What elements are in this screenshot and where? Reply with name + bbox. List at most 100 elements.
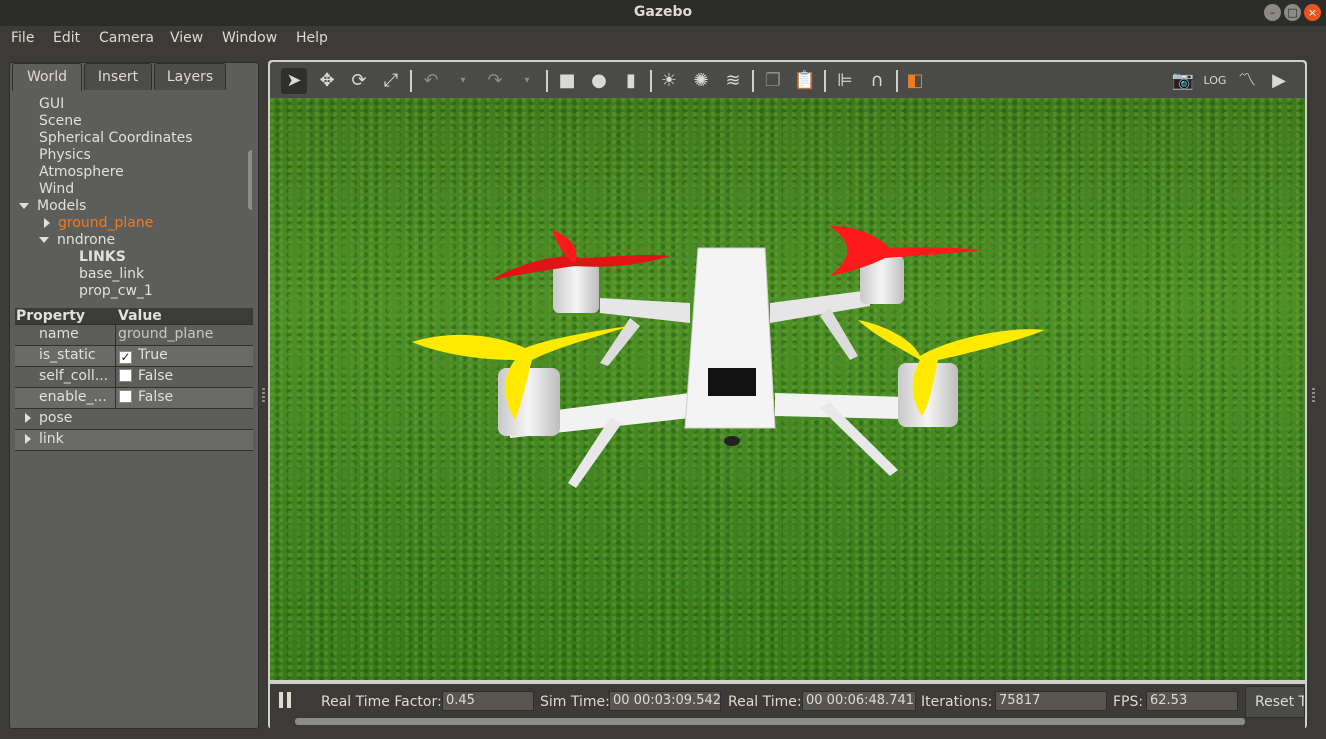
tree-item-scene[interactable]: Scene xyxy=(39,113,82,130)
link-label: link xyxy=(39,431,64,447)
menu-edit[interactable]: Edit xyxy=(53,30,80,46)
collapse-arrow-icon[interactable] xyxy=(25,413,31,423)
undo-icon[interactable]: ↶ xyxy=(418,68,444,94)
checkbox-unchecked[interactable] xyxy=(119,390,132,403)
drone-render xyxy=(412,226,1045,488)
video-record-icon[interactable]: ▶ xyxy=(1266,68,1292,94)
checkbox-unchecked[interactable] xyxy=(119,369,132,382)
tab-insert[interactable]: Insert xyxy=(84,63,152,90)
translate-mode-icon[interactable]: ✥ xyxy=(314,68,340,94)
snap-icon[interactable]: ∩ xyxy=(864,68,890,94)
undo-dropdown-icon[interactable]: ▾ xyxy=(450,68,476,94)
rear-left-arm xyxy=(600,298,690,323)
rear-right-propeller xyxy=(830,226,982,276)
pause-icon[interactable] xyxy=(278,692,294,710)
collapse-arrow-icon[interactable] xyxy=(44,218,50,228)
3d-scene-viewport[interactable] xyxy=(270,98,1305,680)
copy-icon[interactable]: ❐ xyxy=(760,68,786,94)
collapse-arrow-icon[interactable] xyxy=(25,434,31,444)
spot-light-icon[interactable]: ✺ xyxy=(688,68,714,94)
real-time-label: Real Time: xyxy=(728,694,802,710)
tree-item-ground-plane[interactable]: ground_plane xyxy=(44,215,153,232)
sim-time-value: 00 00:03:09.542 xyxy=(609,691,721,711)
rotate-mode-icon[interactable]: ⟳ xyxy=(346,68,372,94)
property-name: name xyxy=(39,326,79,342)
menu-window[interactable]: Window xyxy=(222,30,277,46)
property-row-link[interactable]: link xyxy=(15,430,253,451)
cylinder-shape-icon[interactable]: ▮ xyxy=(618,68,644,94)
point-light-icon[interactable]: ☀ xyxy=(656,68,682,94)
rear-left-leg xyxy=(600,318,640,366)
tree-item-models-label: Models xyxy=(37,198,87,214)
plot-icon[interactable]: 〽 xyxy=(1234,68,1260,94)
drone-frame xyxy=(684,247,776,429)
camera-lens xyxy=(724,436,740,446)
rear-left-motor xyxy=(553,263,599,313)
tree-item-base-link[interactable]: base_link xyxy=(79,266,144,283)
tree-item-wind[interactable]: Wind xyxy=(39,181,74,198)
close-icon[interactable]: × xyxy=(1304,4,1321,21)
splitter-handle-right[interactable] xyxy=(1312,388,1315,402)
menu-bar: File Edit Camera View Window Help xyxy=(0,26,1326,52)
fps-value: 62.53 xyxy=(1146,691,1238,711)
tree-item-gui[interactable]: GUI xyxy=(39,96,64,113)
rear-right-leg xyxy=(820,308,858,360)
tree-item-physics[interactable]: Physics xyxy=(39,147,91,164)
world-tree: GUI Scene Spherical Coordinates Physics … xyxy=(14,93,252,303)
directional-light-icon[interactable]: ≋ xyxy=(720,68,746,94)
checkbox-label: False xyxy=(138,368,174,384)
expand-arrow-icon[interactable] xyxy=(39,237,49,243)
tree-item-nndrone-label: nndrone xyxy=(57,232,116,248)
maximize-icon[interactable]: □ xyxy=(1284,4,1301,21)
property-header-label: Property xyxy=(16,308,86,324)
window-title: Gazebo xyxy=(633,4,693,20)
align-icon[interactable]: ⊫ xyxy=(832,68,858,94)
menu-help[interactable]: Help xyxy=(296,30,328,46)
checkbox-label: False xyxy=(138,389,174,405)
scale-mode-icon[interactable]: ⤢ xyxy=(378,68,404,94)
tree-item-links[interactable]: LINKS xyxy=(79,249,126,266)
minimize-icon[interactable]: – xyxy=(1264,4,1281,21)
tree-item-atmosphere[interactable]: Atmosphere xyxy=(39,164,124,181)
splitter-handle[interactable] xyxy=(262,388,265,402)
property-row-pose[interactable]: pose xyxy=(15,409,253,430)
property-value: False xyxy=(119,389,173,405)
paste-icon[interactable]: 📋 xyxy=(792,68,818,94)
change-view-icon[interactable]: ◧ xyxy=(902,68,928,94)
checkbox-checked[interactable]: ✓ xyxy=(119,351,132,364)
screenshot-icon[interactable]: 📷 xyxy=(1170,68,1196,94)
redo-icon[interactable]: ↷ xyxy=(482,68,508,94)
toolbar: ➤ ✥ ⟳ ⤢ ↶ ▾ ↷ ▾ ■ ● ▮ ☀ ✺ ≋ ❐ 📋 ⊫ ∩ ◧ 📷 … xyxy=(270,62,1305,98)
menu-view[interactable]: View xyxy=(170,30,203,46)
sim-time-label: Sim Time: xyxy=(540,694,610,710)
menu-file[interactable]: File xyxy=(11,30,34,46)
sphere-shape-icon[interactable]: ● xyxy=(586,68,612,94)
tab-world[interactable]: World xyxy=(12,63,82,91)
select-mode-icon[interactable]: ➤ xyxy=(281,68,307,94)
menu-camera[interactable]: Camera xyxy=(99,30,154,46)
reset-time-button[interactable]: Reset T xyxy=(1245,686,1305,718)
tree-item-nndrone[interactable]: nndrone xyxy=(39,232,115,249)
status-scrollbar-thumb[interactable] xyxy=(295,718,1245,725)
tree-item-models[interactable]: Models xyxy=(19,198,86,215)
redo-dropdown-icon[interactable]: ▾ xyxy=(514,68,540,94)
link-expander[interactable]: link xyxy=(25,431,64,447)
pose-expander[interactable]: pose xyxy=(25,410,72,426)
box-shape-icon[interactable]: ■ xyxy=(554,68,580,94)
property-name: enable_... xyxy=(39,389,107,405)
expand-arrow-icon[interactable] xyxy=(19,203,29,209)
property-row-self-collide: self_coll... False xyxy=(15,367,253,388)
status-scrollbar[interactable] xyxy=(295,718,1245,725)
tree-item-prop-cw-1[interactable]: prop_cw_1 xyxy=(79,283,153,300)
tree-scrollbar[interactable] xyxy=(248,150,252,210)
tree-item-spherical-coordinates[interactable]: Spherical Coordinates xyxy=(39,130,193,147)
log-icon[interactable]: LOG xyxy=(1202,68,1228,94)
property-row-is-static: is_static ✓ True xyxy=(15,346,253,367)
property-value: ✓ True xyxy=(119,347,168,364)
tab-layers[interactable]: Layers xyxy=(154,63,226,90)
property-row-enable-wind: enable_... False xyxy=(15,388,253,409)
property-value: False xyxy=(119,368,173,384)
iterations-value: 75817 xyxy=(995,691,1107,711)
property-value[interactable]: ground_plane xyxy=(118,326,252,342)
real-time-factor-label: Real Time Factor: xyxy=(321,694,442,710)
